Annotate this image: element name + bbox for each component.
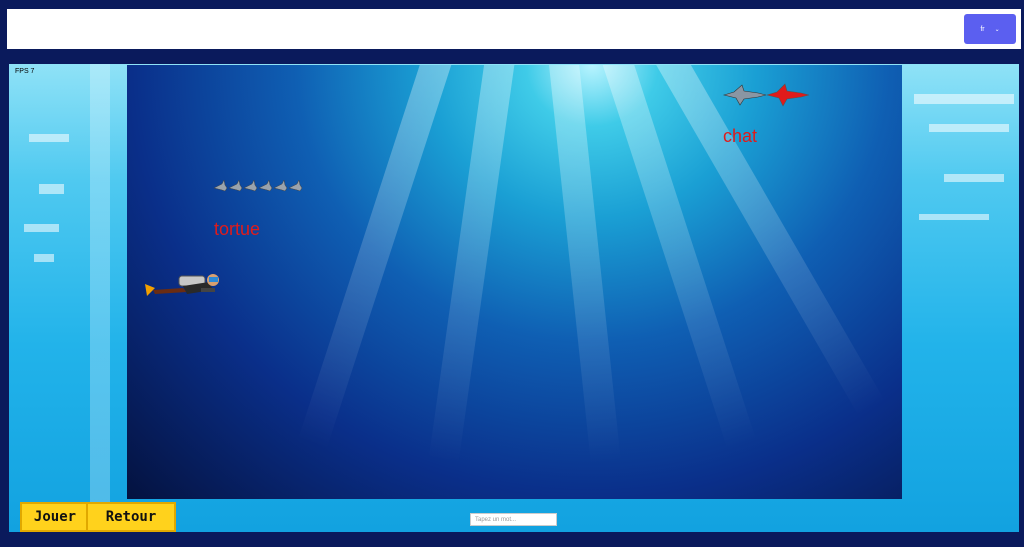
game-canvas: [127, 65, 902, 499]
language-select[interactable]: fr ⌄: [964, 14, 1016, 44]
top-bar: [7, 9, 1021, 49]
diver-icon: [145, 274, 219, 296]
chevron-down-icon: ⌄: [994, 26, 1000, 33]
shark-icon-highlighted: [765, 83, 809, 107]
word-input[interactable]: Tapez un mot...: [470, 513, 557, 526]
enemy-word: tortue: [214, 219, 261, 239]
language-label: fr: [980, 25, 985, 33]
play-button[interactable]: Jouer: [20, 502, 90, 532]
enemy-word: chat: [723, 126, 758, 146]
bottom-bar: [0, 534, 1024, 547]
fps-counter: FPS 7: [15, 68, 35, 75]
back-button[interactable]: Retour: [86, 502, 176, 532]
shark-icon: [722, 84, 766, 106]
shark-group-icon: [213, 179, 302, 192]
